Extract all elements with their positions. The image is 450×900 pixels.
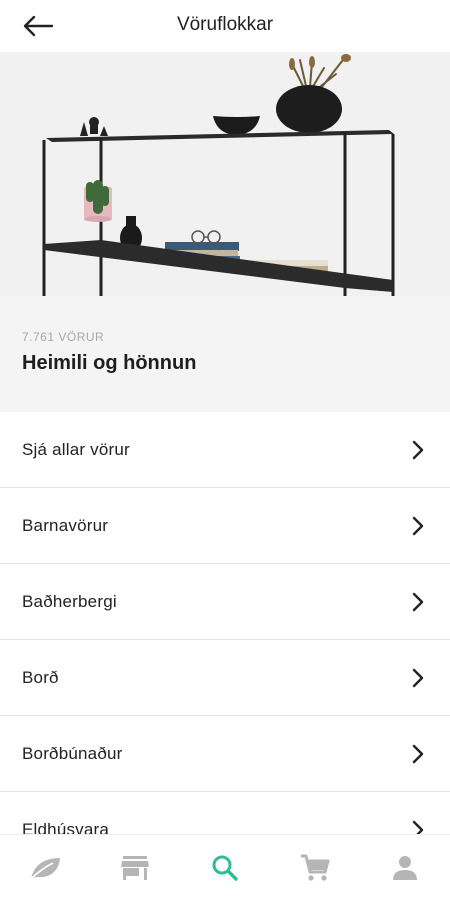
list-item-barnavorur[interactable]: Barnavörur bbox=[0, 488, 450, 564]
app-screen: Vöruflokkar 7.761 VÖRUR Heimili og hönnu… bbox=[0, 0, 450, 900]
category-title: Heimili og hönnun bbox=[22, 352, 197, 374]
nav-home[interactable] bbox=[15, 843, 75, 893]
top-bar: Vöruflokkar bbox=[0, 0, 450, 52]
nav-cart[interactable] bbox=[285, 843, 345, 893]
product-count: 7.761 VÖRUR bbox=[22, 330, 105, 344]
store-icon bbox=[121, 855, 149, 880]
bottom-navigation bbox=[0, 834, 450, 900]
list-item-bordbunadur[interactable]: Borðbúnaður bbox=[0, 716, 450, 792]
chevron-right-icon bbox=[412, 592, 424, 611]
chevron-right-icon bbox=[412, 744, 424, 763]
list-item-label: Borð bbox=[22, 667, 59, 687]
chevron-right-icon bbox=[412, 440, 424, 459]
list-item-bord[interactable]: Borð bbox=[0, 640, 450, 716]
search-icon bbox=[212, 855, 238, 881]
cart-icon bbox=[301, 854, 330, 881]
subcategory-list: Sjá allar vörur Barnavörur Baðherbergi B… bbox=[0, 412, 450, 868]
list-item-badherbergi[interactable]: Baðherbergi bbox=[0, 564, 450, 640]
chevron-right-icon bbox=[412, 668, 424, 687]
leaf-icon bbox=[30, 857, 60, 880]
profile-icon bbox=[393, 855, 417, 880]
list-item-label: Baðherbergi bbox=[22, 591, 117, 611]
chevron-right-icon bbox=[412, 516, 424, 535]
list-item-label: Borðbúnaður bbox=[22, 743, 123, 763]
nav-profile[interactable] bbox=[375, 843, 435, 893]
list-item-label: Barnavörur bbox=[22, 515, 109, 535]
page-title: Vöruflokkar bbox=[176, 14, 274, 35]
nav-stores[interactable] bbox=[105, 843, 165, 893]
category-header: 7.761 VÖRUR Heimili og hönnun bbox=[0, 296, 450, 412]
category-hero-image bbox=[0, 52, 450, 296]
nav-search[interactable] bbox=[195, 843, 255, 893]
list-item-all-products[interactable]: Sjá allar vörur bbox=[0, 412, 450, 488]
list-item-label: Sjá allar vörur bbox=[22, 439, 130, 459]
